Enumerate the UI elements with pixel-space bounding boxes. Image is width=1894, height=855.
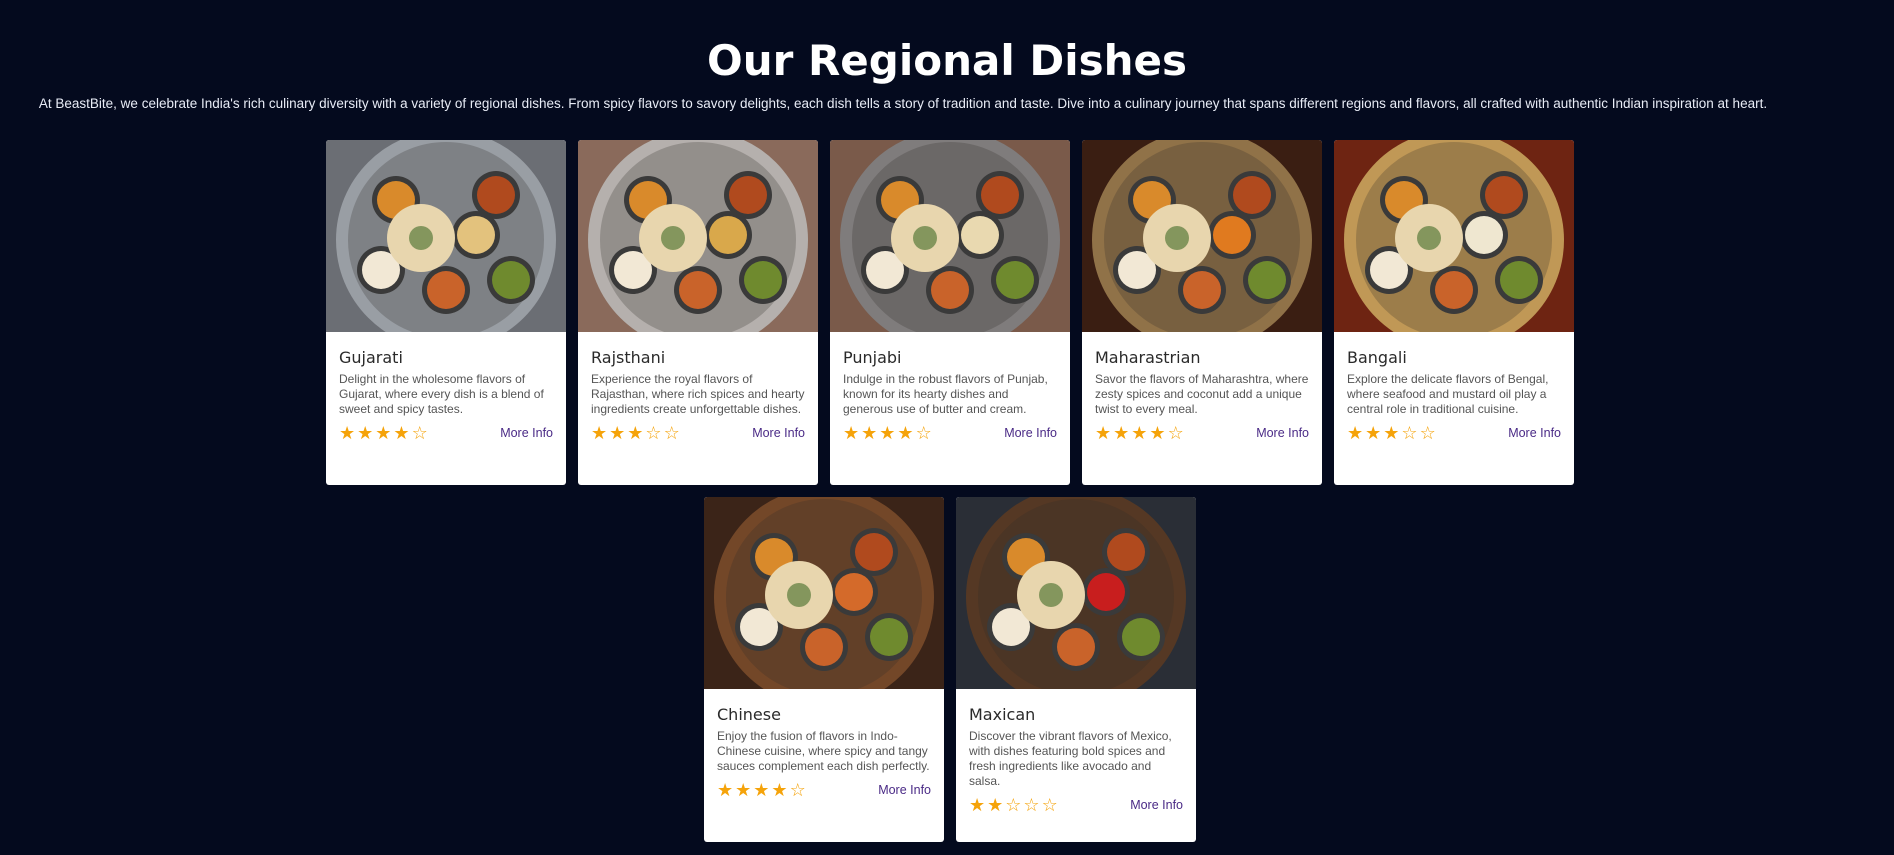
card-title: Chinese: [717, 705, 781, 724]
dish-card-gujarati: Gujarati Delight in the wholesome flavor…: [326, 140, 566, 485]
star-outline-icon: ☆: [1167, 423, 1184, 443]
more-info-link[interactable]: More Info: [878, 783, 931, 797]
card-description: Indulge in the robust flavors of Punjab,…: [843, 372, 1048, 416]
star-icon: ★: [897, 423, 914, 443]
star-icon: ★: [357, 423, 374, 443]
star-icon: ★: [771, 780, 788, 800]
dish-grid: Gujarati Delight in the wholesome flavor…: [325, 140, 1575, 842]
card-title: Maharastrian: [1095, 348, 1201, 367]
star-icon: ★: [861, 423, 878, 443]
dish-card-maxican: Maxican Discover the vibrant flavors of …: [956, 497, 1196, 842]
dish-image-gujarati: [326, 140, 566, 332]
star-icon: ★: [1113, 423, 1130, 443]
star-icon: ★: [393, 423, 410, 443]
star-icon: ★: [1347, 423, 1364, 443]
rating-stars: ★ ★ ★ ★ ☆: [1095, 423, 1184, 443]
regional-dishes-section: Our Regional Dishes At BeastBite, we cel…: [0, 0, 1894, 855]
star-icon: ★: [717, 780, 734, 800]
dish-illustration: [1334, 140, 1574, 332]
star-icon: ★: [1365, 423, 1382, 443]
more-info-link[interactable]: More Info: [1004, 426, 1057, 440]
dish-image-maharastrian: [1082, 140, 1322, 332]
dish-card-maharastrian: Maharastrian Savor the flavors of Mahara…: [1082, 140, 1322, 485]
star-outline-icon: ☆: [1041, 795, 1058, 815]
rating-stars: ★ ★ ☆ ☆ ☆: [969, 795, 1058, 815]
card-description: Discover the vibrant flavors of Mexico, …: [969, 729, 1172, 788]
dish-card-rajsthani: Rajsthani Experience the royal flavors o…: [578, 140, 818, 485]
dish-image-rajsthani: [578, 140, 818, 332]
star-icon: ★: [1095, 423, 1112, 443]
star-outline-icon: ☆: [1005, 795, 1022, 815]
card-description: Savor the flavors of Maharashtra, where …: [1095, 372, 1309, 416]
star-icon: ★: [735, 780, 752, 800]
card-title: Punjabi: [843, 348, 902, 367]
star-icon: ★: [1383, 423, 1400, 443]
dish-illustration: [956, 497, 1196, 689]
dish-image-maxican: [956, 497, 1196, 689]
rating-stars: ★ ★ ★ ★ ☆: [843, 423, 932, 443]
rating-stars: ★ ★ ★ ☆ ☆: [1347, 423, 1436, 443]
card-description: Enjoy the fusion of flavors in Indo-Chin…: [717, 729, 930, 773]
more-info-link[interactable]: More Info: [500, 426, 553, 440]
card-description: Delight in the wholesome flavors of Guja…: [339, 372, 544, 416]
star-icon: ★: [339, 423, 356, 443]
dish-illustration: [1082, 140, 1322, 332]
rating-stars: ★ ★ ★ ★ ☆: [339, 423, 428, 443]
dish-illustration: [326, 140, 566, 332]
star-outline-icon: ☆: [1419, 423, 1436, 443]
dish-card-punjabi: Punjabi Indulge in the robust flavors of…: [830, 140, 1070, 485]
star-icon: ★: [753, 780, 770, 800]
more-info-link[interactable]: More Info: [1508, 426, 1561, 440]
more-info-link[interactable]: More Info: [1256, 426, 1309, 440]
dish-image-chinese: [704, 497, 944, 689]
page-title: Our Regional Dishes: [707, 36, 1187, 85]
star-icon: ★: [375, 423, 392, 443]
star-icon: ★: [609, 423, 626, 443]
card-title: Maxican: [969, 705, 1036, 724]
more-info-link[interactable]: More Info: [752, 426, 805, 440]
intro-text: At BeastBite, we celebrate India's rich …: [38, 96, 1768, 111]
star-icon: ★: [879, 423, 896, 443]
star-icon: ★: [987, 795, 1004, 815]
star-outline-icon: ☆: [645, 423, 662, 443]
star-outline-icon: ☆: [663, 423, 680, 443]
dish-card-bangali: Bangali Explore the delicate flavors of …: [1334, 140, 1574, 485]
star-icon: ★: [969, 795, 986, 815]
rating-stars: ★ ★ ★ ★ ☆: [717, 780, 806, 800]
star-outline-icon: ☆: [411, 423, 428, 443]
star-icon: ★: [627, 423, 644, 443]
dish-illustration: [704, 497, 944, 689]
star-outline-icon: ☆: [915, 423, 932, 443]
more-info-link[interactable]: More Info: [1130, 798, 1183, 812]
dish-illustration: [830, 140, 1070, 332]
star-outline-icon: ☆: [1401, 423, 1418, 443]
rating-stars: ★ ★ ★ ☆ ☆: [591, 423, 680, 443]
star-icon: ★: [591, 423, 608, 443]
dish-card-chinese: Chinese Enjoy the fusion of flavors in I…: [704, 497, 944, 842]
card-description: Experience the royal flavors of Rajastha…: [591, 372, 805, 416]
card-title: Bangali: [1347, 348, 1407, 367]
card-description: Explore the delicate flavors of Bengal, …: [1347, 372, 1549, 416]
star-icon: ★: [843, 423, 860, 443]
star-outline-icon: ☆: [1023, 795, 1040, 815]
star-icon: ★: [1149, 423, 1166, 443]
dish-image-bangali: [1334, 140, 1574, 332]
dish-illustration: [578, 140, 818, 332]
star-icon: ★: [1131, 423, 1148, 443]
dish-image-punjabi: [830, 140, 1070, 332]
card-title: Gujarati: [339, 348, 403, 367]
star-outline-icon: ☆: [789, 780, 806, 800]
card-title: Rajsthani: [591, 348, 666, 367]
